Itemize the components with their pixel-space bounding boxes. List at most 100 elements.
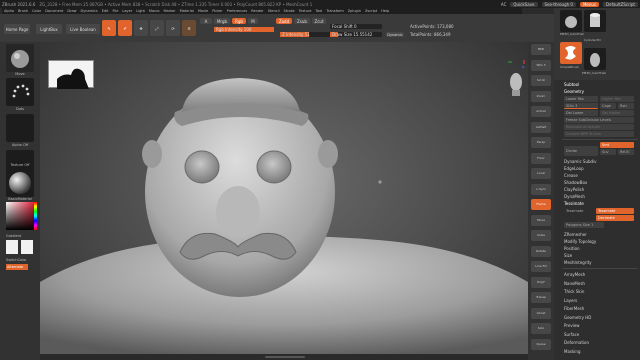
shelf-scroll-button[interactable]: Scroll xyxy=(531,75,551,86)
ac-button[interactable]: AC xyxy=(501,2,506,7)
masking-section[interactable]: Masking xyxy=(564,349,638,354)
navigation-head-gizmo[interactable] xyxy=(506,58,526,98)
default-zscript-button[interactable]: DefaultZScript xyxy=(603,1,638,7)
focal-shift-slider[interactable]: Focal Shift 0 xyxy=(330,24,382,29)
shadowbox-section[interactable]: ShadowBox xyxy=(564,180,638,185)
shelf-bpr-button[interactable]: BPR xyxy=(531,44,551,55)
thick-skin-section[interactable]: Thick Skin xyxy=(564,289,638,294)
del-lower-button[interactable]: Del Lower xyxy=(564,110,598,116)
tessimate-section[interactable]: Tessimate xyxy=(564,201,638,206)
brush-thumbnail[interactable] xyxy=(6,44,34,72)
lightbox-button[interactable]: LightBox xyxy=(36,24,62,34)
zcut-toggle[interactable]: Zcut xyxy=(312,18,326,24)
smt-toggle[interactable]: Smt xyxy=(600,142,634,148)
secondary-color-swatch[interactable] xyxy=(21,240,33,254)
quicksave-button[interactable]: QuickSave xyxy=(510,1,538,7)
shelf-actual-button[interactable]: Actual xyxy=(531,106,551,117)
alternate-button[interactable]: Alternate xyxy=(6,264,28,270)
shelf-aahalf-button[interactable]: AAHalf xyxy=(531,121,551,133)
edit-button[interactable]: ✎ xyxy=(102,20,116,36)
shelf-xpose-button[interactable]: Xpose xyxy=(531,338,551,350)
fibermesh-section[interactable]: FiberMesh xyxy=(564,306,638,311)
draw-size-slider[interactable]: Draw Size 15.55142 xyxy=(330,32,382,37)
m-toggle[interactable]: M xyxy=(248,18,258,24)
shelf-solo-button[interactable]: Solo xyxy=(531,323,551,334)
shelf-l-sym-button[interactable]: L.Sym xyxy=(531,183,551,195)
position-section[interactable]: Position xyxy=(564,246,638,251)
reconstruct-subdiv-button[interactable]: Reconstruct Subdiv xyxy=(564,124,634,130)
zadd-toggle[interactable]: Zadd xyxy=(276,18,292,24)
switch-color-label[interactable]: SwitchColor xyxy=(0,258,40,262)
zremesher-section[interactable]: ZRemesher xyxy=(564,232,638,237)
rgb-toggle[interactable]: Rgb xyxy=(232,18,246,24)
shelf-frame-button[interactable]: Frame xyxy=(531,199,551,210)
dynamic-toggle[interactable]: Dynamic xyxy=(386,32,404,37)
decimate-button[interactable]: Decimate xyxy=(596,215,634,221)
move-button[interactable]: ✥ xyxy=(134,20,148,36)
arraymesh-section[interactable]: ArrayMesh xyxy=(564,272,638,277)
zsub-toggle[interactable]: Zsub xyxy=(294,18,310,24)
modify-topology-section[interactable]: Modify Topology xyxy=(564,239,638,244)
color-picker[interactable] xyxy=(6,202,34,230)
higher-res-button[interactable]: Higher Res xyxy=(600,96,634,102)
draw-button[interactable]: ✐ xyxy=(118,20,132,36)
shelf-scale-button[interactable]: Scale xyxy=(531,230,551,241)
material-thumbnail[interactable] xyxy=(6,169,34,197)
shelf-persp-button[interactable]: Persp xyxy=(531,137,551,148)
shelf-transp-button[interactable]: Transp xyxy=(531,292,551,303)
a-toggle[interactable]: A xyxy=(200,18,212,24)
alpha-thumbnail[interactable] xyxy=(6,114,34,142)
shelf-local-button[interactable]: Local xyxy=(531,168,551,179)
gizmo-button[interactable]: ✲ xyxy=(182,20,196,36)
shelf-rotate-button[interactable]: Rotate xyxy=(531,245,551,257)
mrgb-toggle[interactable]: Mrgb xyxy=(214,18,230,24)
rstr-button[interactable]: Rstr xyxy=(618,103,634,109)
lower-res-button[interactable]: Lower Res xyxy=(564,96,598,102)
home-page-button[interactable]: Home Page xyxy=(4,24,30,34)
see-through-slider[interactable]: See-through 0 xyxy=(541,1,576,7)
subtool-section[interactable]: Subtool xyxy=(564,82,638,87)
menus-button[interactable]: Menus xyxy=(579,1,600,7)
sdiv-slider[interactable]: SDiv 3 xyxy=(564,103,598,109)
shelf-spix-3-button[interactable]: SPix 3 xyxy=(531,59,551,71)
live-boolean-button[interactable]: Live Boolean xyxy=(66,24,100,34)
tool-thumb-4[interactable] xyxy=(584,48,606,70)
size-section[interactable]: Size xyxy=(564,253,638,258)
polygons-size-slider[interactable]: Polygons Size 1 xyxy=(564,222,604,228)
tessimate-button[interactable]: Tessimate xyxy=(596,208,634,214)
layers-section[interactable]: Layers xyxy=(564,298,638,303)
convert-bpr-button[interactable]: Convert BPR To Geo xyxy=(564,131,634,137)
shelf-line-fill-button[interactable]: Line Fill xyxy=(531,261,551,272)
claypolish-section[interactable]: ClayPolish xyxy=(564,187,638,192)
geometry-section[interactable]: Geometry xyxy=(564,89,638,94)
shelf-floor-button[interactable]: Floor xyxy=(531,152,551,164)
shelf-move-button[interactable]: Move xyxy=(531,214,551,226)
z-intensity-slider[interactable]: Z Intensity 51 xyxy=(280,32,336,37)
cage-button[interactable]: Cage xyxy=(600,103,616,109)
surface-section[interactable]: Surface xyxy=(564,332,638,337)
shelf-ghost-button[interactable]: Ghost xyxy=(531,307,551,319)
main-color-swatch[interactable] xyxy=(6,240,18,254)
shelf-zoom-button[interactable]: Zoom xyxy=(531,90,551,102)
freeze-subdiv-button[interactable]: Freeze SubDivision Levels xyxy=(564,117,634,123)
edgeloop-section[interactable]: EdgeLoop xyxy=(564,166,638,171)
hue-strip[interactable] xyxy=(34,202,37,230)
tool-thumb-1[interactable] xyxy=(560,10,582,32)
dynamic-subdiv-section[interactable]: Dynamic Subdiv xyxy=(564,159,638,164)
deformation-section[interactable]: Deformation xyxy=(564,340,638,345)
nanomesh-section[interactable]: NanoMesh xyxy=(564,281,638,286)
tool-thumb-3[interactable] xyxy=(560,42,582,64)
del-higher-button[interactable]: Del Higher xyxy=(600,110,634,116)
stroke-thumbnail[interactable] xyxy=(6,78,34,106)
rgb-intensity-slider[interactable]: Rgb Intensity 100 xyxy=(214,27,274,32)
viewport-canvas[interactable] xyxy=(40,42,528,354)
shelf-polyf-button[interactable]: PolyF xyxy=(531,276,551,288)
reuv-toggle[interactable]: ReUV xyxy=(618,149,634,155)
bottom-grip-handle[interactable] xyxy=(265,356,305,358)
meshintegrity-section[interactable]: MeshIntegrity xyxy=(564,260,638,265)
preview-section[interactable]: Preview xyxy=(564,323,638,328)
scale-button[interactable]: ⤢ xyxy=(150,20,164,36)
dynamesh-section[interactable]: DynaMesh xyxy=(564,194,638,199)
geometry-hd-section[interactable]: Geometry HD xyxy=(564,315,638,320)
suv-toggle[interactable]: Suv xyxy=(600,149,616,155)
